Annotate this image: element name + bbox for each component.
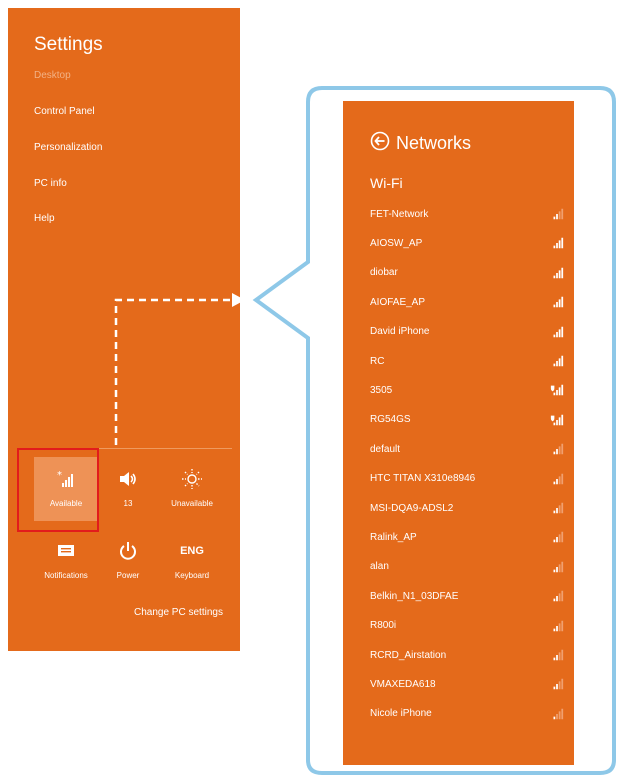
secured-signal-icon [550,384,564,396]
network-item[interactable]: R800i [370,618,564,634]
network-item[interactable]: Nicole iPhone [370,706,564,722]
signal-strength-icon [550,296,564,308]
signal-strength-icon [550,355,564,367]
network-name: Belkin_N1_03DFAE [370,590,459,602]
dashed-connector [114,298,232,445]
network-item[interactable]: RC [370,353,564,369]
signal-strength-icon [550,531,564,543]
network-name: R800i [370,620,397,632]
network-item[interactable]: default [370,441,564,457]
network-name: MSI-DQA9-ADSL2 [370,502,454,514]
signal-strength-icon [550,561,564,573]
network-name: HTC TITAN X310e8946 [370,473,476,485]
network-item[interactable]: AIOFAE_AP [370,294,564,310]
connector-arrowhead [232,293,245,307]
network-name: RC [370,355,385,367]
network-name: alan [370,561,389,573]
network-item[interactable]: HTC TITAN X310e8946 [370,471,564,487]
signal-strength-icon [550,620,564,632]
secured-signal-icon [550,414,564,426]
network-name: AIOFAE_AP [370,296,426,308]
network-name: Ralink_AP [370,531,417,543]
network-item[interactable]: 3505 [370,382,564,398]
signal-strength-icon [550,502,564,514]
wifi-section-label: Wi-Fi [370,175,403,191]
networks-panel: Networks Wi-Fi FET-Network AIOSW_APdiobar… [343,101,574,765]
network-item[interactable]: MSI-DQA9-ADSL2 [370,500,564,516]
signal-strength-icon [550,267,564,279]
network-name: diobar [370,267,398,279]
network-item[interactable]: Ralink_AP [370,529,564,545]
network-name: FET-Network [370,208,429,220]
signal-strength-icon [550,590,564,602]
signal-strength-icon [550,443,564,455]
network-name: default [370,443,401,455]
network-name: VMAXEDA618 [370,678,436,690]
network-name: RG54GS [370,414,411,426]
signal-strength-icon [550,473,564,485]
network-name: 3505 [370,384,393,396]
network-name: Nicole iPhone [370,708,432,720]
network-item[interactable]: Belkin_N1_03DFAE [370,588,564,604]
signal-strength-icon [550,649,564,661]
network-item[interactable]: David iPhone [370,324,564,340]
signal-strength-icon [550,208,564,220]
signal-strength-icon [550,678,564,690]
network-name: AIOSW_AP [370,237,423,249]
network-item[interactable]: RG54GS [370,412,564,428]
network-name: David iPhone [370,326,430,338]
network-item[interactable]: AIOSW_AP [370,235,564,251]
network-item[interactable]: FET-Network [370,206,564,222]
network-item[interactable]: alan [370,559,564,575]
back-arrow-icon[interactable] [370,131,390,156]
networks-header: Networks [370,131,471,156]
signal-strength-icon [550,237,564,249]
networks-title: Networks [396,133,472,153]
signal-strength-icon [550,708,564,720]
network-item[interactable]: VMAXEDA618 [370,676,564,692]
network-item[interactable]: RCRD_Airstation [370,647,564,663]
signal-strength-icon [550,326,564,338]
network-item[interactable]: diobar [370,265,564,281]
network-name: RCRD_Airstation [370,649,447,661]
